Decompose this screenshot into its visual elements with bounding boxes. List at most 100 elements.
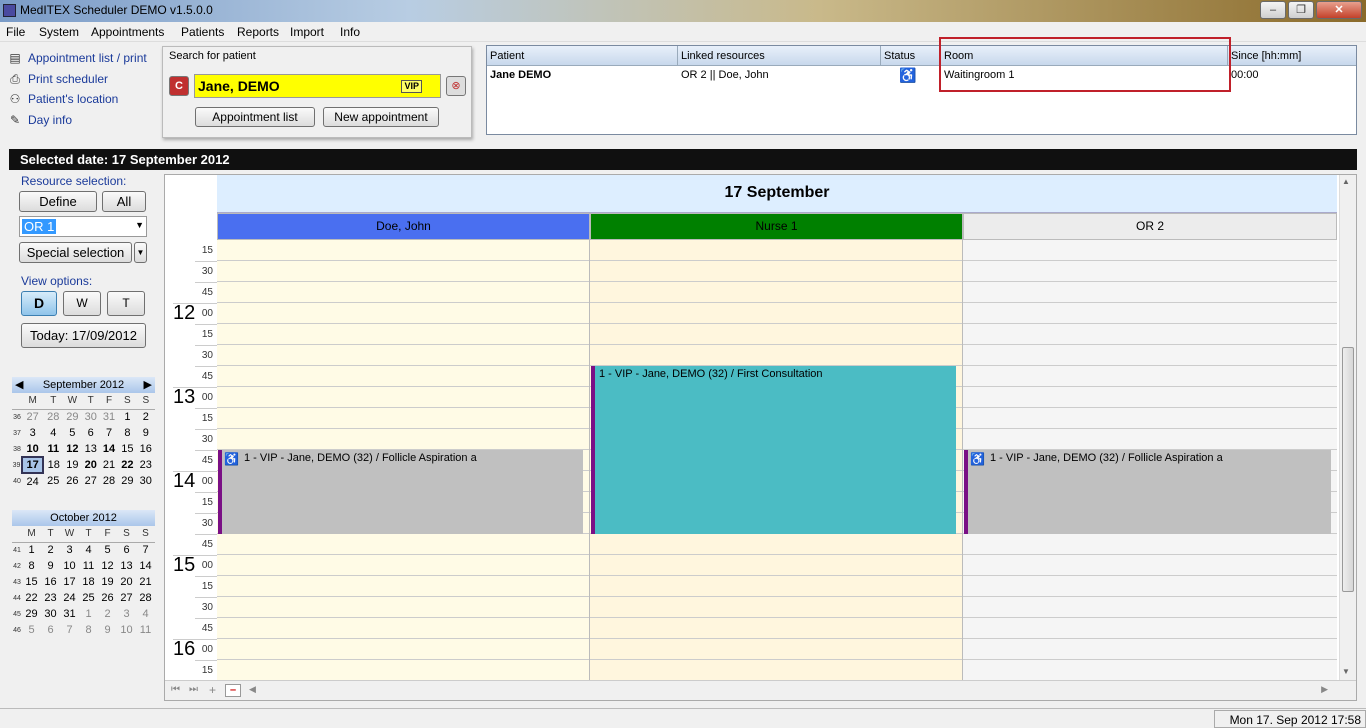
- time-slot[interactable]: [963, 387, 1337, 408]
- time-slot[interactable]: [217, 303, 589, 324]
- time-slot[interactable]: [217, 240, 589, 261]
- time-slot[interactable]: [217, 555, 589, 576]
- maximize-button[interactable]: ❐: [1288, 1, 1314, 19]
- col-since[interactable]: Since [hh:mm]: [1228, 46, 1356, 66]
- all-button[interactable]: All: [102, 191, 146, 212]
- calendar-day[interactable]: 13: [82, 441, 100, 457]
- time-slot[interactable]: [217, 261, 589, 282]
- row-patient[interactable]: Jane DEMO: [487, 67, 678, 85]
- calendar-day[interactable]: 27: [82, 473, 100, 489]
- calendar-day[interactable]: 2: [98, 606, 117, 622]
- time-slot[interactable]: [590, 324, 962, 345]
- calendar-day[interactable]: 25: [79, 590, 98, 606]
- calendar-day[interactable]: 23: [41, 590, 60, 606]
- day-info-link[interactable]: ✎ Day info: [8, 113, 72, 131]
- time-slot[interactable]: [963, 576, 1337, 597]
- calendar-day[interactable]: 29: [22, 606, 41, 622]
- time-slot[interactable]: [217, 324, 589, 345]
- calendar-day[interactable]: 24: [22, 473, 43, 489]
- clear-search-icon[interactable]: ⊗: [446, 76, 466, 96]
- view-t-button[interactable]: T: [107, 291, 145, 316]
- calendar-day[interactable]: 14: [136, 558, 155, 574]
- special-selection-dropdown[interactable]: ▼: [134, 242, 147, 263]
- calendar-day[interactable]: 19: [63, 457, 81, 473]
- menu-file[interactable]: File: [6, 25, 25, 39]
- row-since[interactable]: 00:00: [1228, 67, 1356, 85]
- menu-info[interactable]: Info: [340, 25, 360, 39]
- time-slot[interactable]: [217, 660, 589, 680]
- time-slot[interactable]: [217, 408, 589, 429]
- calendar-day[interactable]: 17: [60, 574, 79, 590]
- vertical-scrollbar[interactable]: ▲ ▼: [1339, 175, 1356, 680]
- time-slot[interactable]: [590, 534, 962, 555]
- calendar-day[interactable]: 5: [98, 542, 117, 558]
- time-slot[interactable]: [217, 534, 589, 555]
- define-button[interactable]: Define: [19, 191, 97, 212]
- time-slot[interactable]: [590, 261, 962, 282]
- time-slot[interactable]: [963, 366, 1337, 387]
- time-slot[interactable]: [590, 660, 962, 680]
- calendar-day[interactable]: 5: [63, 425, 81, 441]
- time-slot[interactable]: [590, 555, 962, 576]
- patient-lookup-icon[interactable]: C: [169, 76, 189, 96]
- time-slot[interactable]: [217, 576, 589, 597]
- row-resources[interactable]: OR 2 || Doe, John: [678, 67, 881, 85]
- calendar-day[interactable]: 12: [98, 558, 117, 574]
- time-slot[interactable]: [590, 303, 962, 324]
- time-slot[interactable]: [963, 282, 1337, 303]
- calendar-day[interactable]: 1: [79, 606, 98, 622]
- time-slot[interactable]: [963, 303, 1337, 324]
- time-slot[interactable]: [217, 366, 589, 387]
- calendar-day[interactable]: 28: [136, 590, 155, 606]
- calendar-day[interactable]: 26: [63, 473, 81, 489]
- scroll-left-icon[interactable]: ◀: [249, 684, 256, 695]
- time-slot[interactable]: [217, 639, 589, 660]
- remove-icon[interactable]: –: [225, 684, 241, 697]
- calendar-day[interactable]: 5: [22, 622, 41, 638]
- time-slot[interactable]: [217, 597, 589, 618]
- appointment-block[interactable]: ♿ 1 - VIP - Jane, DEMO (32) / Follicle As…: [218, 450, 583, 534]
- calendar-day[interactable]: 18: [79, 574, 98, 590]
- calendar-day[interactable]: 29: [118, 473, 136, 489]
- calendar-day[interactable]: 2: [137, 409, 155, 425]
- calendar-day[interactable]: 25: [43, 473, 63, 489]
- calendar-day[interactable]: 7: [100, 425, 118, 441]
- appointment-block[interactable]: 1 - VIP - Jane, DEMO (32) / First Consul…: [591, 366, 956, 534]
- patient-search-input[interactable]: Jane, DEMO VIP: [194, 74, 441, 98]
- time-slot[interactable]: [963, 408, 1337, 429]
- calendar-day[interactable]: 28: [100, 473, 118, 489]
- time-slot[interactable]: [590, 345, 962, 366]
- calendar-day[interactable]: 30: [82, 409, 100, 425]
- calendar-day[interactable]: 8: [22, 558, 41, 574]
- first-icon[interactable]: ⏮: [171, 684, 180, 695]
- time-slot[interactable]: [963, 618, 1337, 639]
- calendar-day[interactable]: 6: [117, 542, 136, 558]
- scroll-thumb[interactable]: [1342, 347, 1354, 592]
- view-day-button[interactable]: D: [21, 291, 57, 316]
- time-slot[interactable]: [963, 597, 1337, 618]
- time-slot[interactable]: [590, 618, 962, 639]
- calendar-day[interactable]: 9: [41, 558, 60, 574]
- calendar-day[interactable]: 1: [118, 409, 136, 425]
- patients-location-link[interactable]: ⚇ Patient's location: [8, 92, 119, 110]
- calendar-day[interactable]: 3: [22, 425, 43, 441]
- calendar-day[interactable]: 7: [136, 542, 155, 558]
- calendar-day[interactable]: 8: [118, 425, 136, 441]
- calendar-day[interactable]: 14: [100, 441, 118, 457]
- time-slot[interactable]: [590, 639, 962, 660]
- close-button[interactable]: ✕: [1316, 1, 1362, 19]
- calendar-day[interactable]: 22: [118, 457, 136, 473]
- menu-system[interactable]: System: [39, 25, 79, 39]
- col-status[interactable]: Status: [881, 46, 941, 66]
- resource-column-doe-john[interactable]: ♿ 1 - VIP - Jane, DEMO (32) / Follicle As…: [217, 240, 590, 680]
- time-slot[interactable]: [963, 534, 1337, 555]
- resource-dropdown[interactable]: OR 1 ▼: [19, 216, 147, 237]
- time-slot[interactable]: [963, 660, 1337, 680]
- time-slot[interactable]: [963, 429, 1337, 450]
- calendar-day[interactable]: 11: [79, 558, 98, 574]
- calendar-day[interactable]: 26: [98, 590, 117, 606]
- calendar-day[interactable]: 22: [22, 590, 41, 606]
- calendar-day-selected[interactable]: 17: [20, 456, 45, 474]
- calendar-day[interactable]: 11: [136, 622, 155, 638]
- calendar-day[interactable]: 2: [41, 542, 60, 558]
